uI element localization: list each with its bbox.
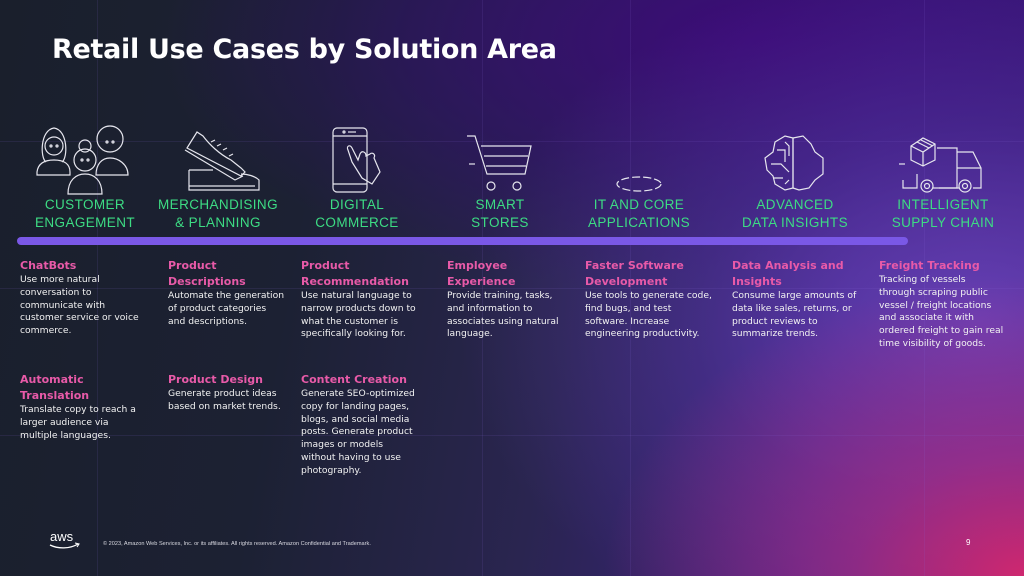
use-case-description: Tracking of vessels through scraping pub…	[879, 274, 1004, 349]
category-intelligent-supply-chain: INTELLIGENT SUPPLY CHAIN	[868, 120, 1018, 232]
use-case-description: Translate copy to reach a larger audienc…	[20, 404, 136, 441]
category-smart-stores: SMART STORES	[425, 120, 575, 232]
smartphone-tap-icon	[302, 120, 412, 194]
use-case-chatbots: ChatBots Use more natural conversation t…	[20, 258, 145, 338]
use-case-title: Faster Software Development	[585, 259, 684, 288]
use-case-title: Freight Tracking	[879, 259, 980, 272]
use-case-title: Employee Experience	[447, 259, 516, 288]
use-case-description: Use natural language to narrow products …	[301, 290, 416, 340]
use-case-product-descriptions: Product Descriptions Automate the genera…	[168, 258, 286, 328]
category-label: IT AND CORE APPLICATIONS	[587, 197, 691, 230]
use-case-title: Product Recommendation	[301, 259, 409, 288]
use-case-data-analysis-insights: Data Analysis and Insights Consume large…	[732, 258, 857, 341]
delivery-truck-icon	[888, 120, 998, 194]
category-merchandising-planning: MERCHANDISING & PLANNING	[143, 120, 293, 232]
shopping-cart-icon	[445, 120, 555, 194]
aws-logo: aws	[48, 529, 82, 551]
aws-logo-text: aws	[50, 529, 74, 544]
category-it-core-applications: IT AND CORE APPLICATIONS	[564, 120, 714, 232]
category-label: CUSTOMER ENGAGEMENT	[34, 197, 135, 230]
use-case-title: Content Creation	[301, 373, 407, 386]
use-case-description: Provide training, tasks, and information…	[447, 290, 559, 340]
use-case-content-creation: Content Creation Generate SEO-optimized …	[301, 372, 419, 478]
use-case-description: Generate SEO-optimized copy for landing …	[301, 388, 415, 476]
use-case-description: Consume large amounts of data like sales…	[732, 290, 857, 340]
brain-circuit-icon	[740, 120, 850, 194]
category-digital-commerce: DIGITAL COMMERCE	[282, 120, 432, 232]
use-case-product-recommendation: Product Recommendation Use natural langu…	[301, 258, 423, 341]
ellipse-icon	[584, 120, 694, 194]
category-label: INTELLIGENT SUPPLY CHAIN	[891, 197, 995, 230]
category-advanced-data-insights: ADVANCED DATA INSIGHTS	[720, 120, 870, 232]
use-case-description: Use more natural conversation to communi…	[20, 274, 139, 337]
copyright-text: © 2023, Amazon Web Services, Inc. or its…	[103, 541, 371, 547]
use-case-product-design: Product Design Generate product ideas ba…	[168, 372, 293, 414]
category-label: MERCHANDISING & PLANNING	[158, 197, 278, 230]
use-case-title: Data Analysis and Insights	[732, 259, 844, 288]
use-case-description: Generate product ideas based on market t…	[168, 388, 281, 412]
sneaker-shoe-icon	[163, 120, 273, 194]
use-case-automatic-translation: Automatic Translation Translate copy to …	[20, 372, 145, 442]
people-group-icon	[30, 120, 140, 195]
category-label: DIGITAL COMMERCE	[315, 197, 399, 230]
slide-title: Retail Use Cases by Solution Area	[52, 34, 557, 65]
use-case-description: Automate the generation of product categ…	[168, 290, 285, 327]
use-case-employee-experience: Employee Experience Provide training, ta…	[447, 258, 572, 341]
category-label: SMART STORES	[471, 197, 529, 230]
page-number: 9	[966, 538, 971, 547]
use-case-title: Product Design	[168, 373, 263, 386]
use-case-title: ChatBots	[20, 259, 77, 272]
use-case-title: Product Descriptions	[168, 259, 246, 288]
use-case-title: Automatic Translation	[20, 373, 90, 402]
category-label: ADVANCED DATA INSIGHTS	[742, 197, 848, 230]
use-case-freight-tracking: Freight Tracking Tracking of vessels thr…	[879, 258, 1004, 351]
divider-bar	[17, 237, 908, 245]
background-grid-line	[0, 435, 1024, 436]
use-case-faster-software-development: Faster Software Development Use tools to…	[585, 258, 715, 341]
use-case-description: Use tools to generate code, find bugs, a…	[585, 290, 712, 340]
category-customer-engagement: CUSTOMER ENGAGEMENT	[10, 120, 160, 232]
